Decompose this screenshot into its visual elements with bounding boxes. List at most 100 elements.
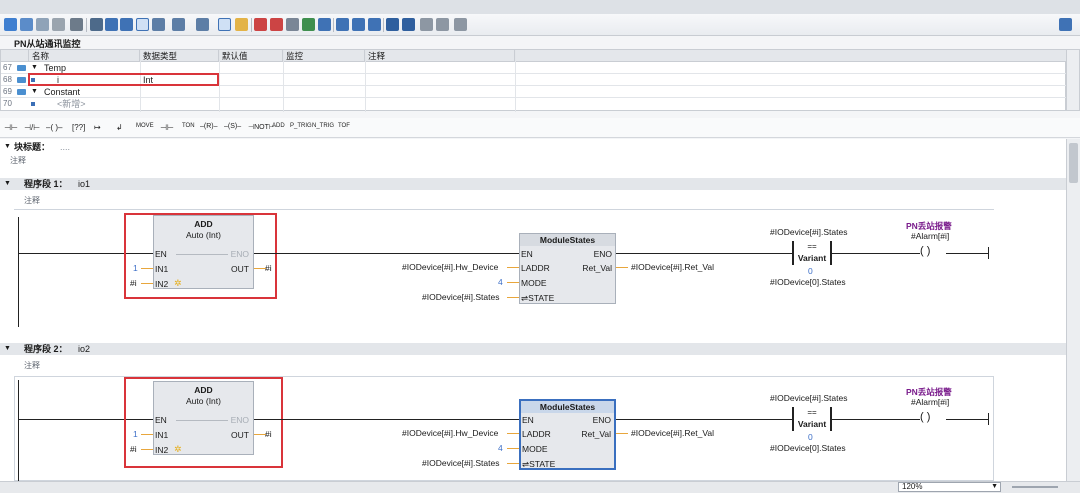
row-number: 70 xyxy=(3,99,12,108)
operand-state[interactable]: #IODevice[#i].States xyxy=(422,458,499,468)
instr-move[interactable]: MOVE xyxy=(136,123,154,129)
zoom-select[interactable]: 120% ▼ xyxy=(898,482,1001,492)
zoom-slider[interactable] xyxy=(1012,486,1058,488)
show-list-icon[interactable] xyxy=(218,18,231,31)
header-monitor[interactable]: 监控 xyxy=(283,50,365,62)
coil-operand[interactable]: #Alarm[#i] xyxy=(911,231,949,241)
no-contact-icon[interactable]: ⊣⊢ xyxy=(4,123,18,132)
next-icon[interactable] xyxy=(352,18,365,31)
nc-contact-icon[interactable]: ⊣/⊢ xyxy=(24,123,40,132)
step-icon[interactable] xyxy=(286,18,299,31)
operand-laddr[interactable]: #IODevice[#i].Hw_Device xyxy=(402,428,498,438)
header-comment[interactable]: 注释 xyxy=(365,50,515,62)
absolute-icon[interactable] xyxy=(172,18,185,31)
jump-icon[interactable] xyxy=(386,18,399,31)
table-row[interactable]: 70 <新增> xyxy=(1,98,1067,110)
return-icon[interactable] xyxy=(402,18,415,31)
delete-network-icon[interactable] xyxy=(20,18,33,31)
move-icon[interactable] xyxy=(70,18,83,31)
network-2-header[interactable]: ▼ 程序段 2： io2 xyxy=(0,343,1066,355)
instr-ton[interactable]: TON xyxy=(182,123,195,129)
favorites-icon[interactable] xyxy=(235,18,248,31)
sort-icon[interactable] xyxy=(152,18,165,31)
cmp-top-operand[interactable]: #IODevice[#i].States xyxy=(770,393,847,403)
modulestates-block-selected[interactable]: ModuleStates EN ENO LADDR Ret_Val MODE ⇌… xyxy=(519,399,616,470)
output-coil[interactable]: ( ) xyxy=(920,245,930,257)
address-icon[interactable] xyxy=(196,18,209,31)
network-name[interactable]: io1 xyxy=(78,178,90,190)
close-branch-icon[interactable]: ↲ xyxy=(116,123,123,132)
download-icon[interactable] xyxy=(302,18,315,31)
cmp-bottom-value[interactable]: 0 xyxy=(808,432,813,442)
open-branch-icon[interactable]: ↦ xyxy=(94,123,101,132)
collapse-icon[interactable] xyxy=(105,18,118,31)
row-add-new[interactable]: <新增> xyxy=(57,98,86,110)
instr-ptrig[interactable]: P_TRIG xyxy=(290,123,312,129)
output-coil[interactable]: ( ) xyxy=(920,411,930,423)
toolbar-separator xyxy=(251,18,252,32)
bookmark-icon[interactable] xyxy=(254,18,267,31)
properties-icon[interactable] xyxy=(454,18,467,31)
network-1-header[interactable]: ▼ 程序段 1： io1 xyxy=(0,178,1066,190)
operand-state[interactable]: #IODevice[#i].States xyxy=(422,292,499,302)
cmp-bottom-value[interactable]: 0 xyxy=(808,266,813,276)
reset-coil-icon[interactable]: –(R)– xyxy=(200,123,218,130)
network-comment[interactable]: 注释 xyxy=(24,195,40,206)
cmp-bottom-operand[interactable]: #IODevice[0].States xyxy=(770,277,846,287)
link-icon[interactable] xyxy=(420,18,433,31)
header-name[interactable]: 名称 xyxy=(29,50,140,62)
collapse-triangle-icon[interactable]: ▼ xyxy=(31,86,38,98)
editor-scrollbar[interactable] xyxy=(1066,139,1080,481)
instr-tof[interactable]: TOF xyxy=(338,123,350,129)
table-row[interactable]: 69 ▼ Constant xyxy=(1,86,1067,98)
goto-icon[interactable] xyxy=(270,18,283,31)
modulestates-block[interactable]: ModuleStates EN ENO LADDR Ret_Val MODE ⇌… xyxy=(519,233,616,304)
network-name[interactable]: io2 xyxy=(78,343,90,355)
pin-stub xyxy=(507,463,519,464)
block-title-value[interactable]: .... xyxy=(60,141,70,153)
window-options-icon[interactable] xyxy=(1059,18,1072,31)
scroll-thumb[interactable] xyxy=(1069,143,1078,183)
rs-icon[interactable]: ⊣⊢ xyxy=(160,123,174,132)
network-comment[interactable]: 注释 xyxy=(24,360,40,371)
header-default[interactable]: 默认值 xyxy=(219,50,283,62)
block-comment[interactable]: 注释 xyxy=(10,155,26,166)
tia-portal-editor: PN从站通讯监控 名称 数据类型 默认值 监控 注释 67 ▼ Temp 68 … xyxy=(0,0,1080,493)
collapse-triangle-icon[interactable]: ▼ xyxy=(4,141,11,153)
operand-retval[interactable]: #IODevice[#i].Ret_Val xyxy=(631,262,714,272)
not-icon[interactable]: ⊣NOT⊢ xyxy=(248,123,275,131)
coil-operand[interactable]: #Alarm[#i] xyxy=(911,397,949,407)
prev-icon[interactable] xyxy=(336,18,349,31)
cmp-type[interactable]: Variant xyxy=(794,419,830,429)
append-row-icon[interactable] xyxy=(52,18,65,31)
compare-contact[interactable]: == Variant xyxy=(792,241,832,265)
network-label: 程序段 2： xyxy=(24,344,68,354)
operand-laddr[interactable]: #IODevice[#i].Hw_Device xyxy=(402,262,498,272)
cmp-top-operand[interactable]: #IODevice[#i].States xyxy=(770,227,847,237)
instr-add[interactable]: ADD xyxy=(272,123,285,129)
interface-scrollbar[interactable] xyxy=(1066,49,1080,111)
instr-ntrig[interactable]: N_TRIG xyxy=(312,123,334,129)
unlink-icon[interactable] xyxy=(436,18,449,31)
monitor-icon[interactable] xyxy=(318,18,331,31)
coil-icon[interactable]: –( )– xyxy=(46,123,62,132)
cmp-bottom-operand[interactable]: #IODevice[0].States xyxy=(770,443,846,453)
network-view-icon[interactable] xyxy=(90,18,103,31)
collapse-triangle-icon[interactable]: ▼ xyxy=(4,343,11,355)
first-icon[interactable] xyxy=(368,18,381,31)
operand-retval[interactable]: #IODevice[#i].Ret_Val xyxy=(631,428,714,438)
collapse-triangle-icon[interactable]: ▼ xyxy=(4,178,11,190)
set-coil-icon[interactable]: –(S)– xyxy=(224,123,241,130)
block-title-band[interactable]: ▼ 块标题： .... xyxy=(0,141,1066,153)
compare-contact[interactable]: == Variant xyxy=(792,407,832,431)
insert-row-icon[interactable] xyxy=(36,18,49,31)
operand-mode[interactable]: 4 xyxy=(498,277,503,287)
empty-box-icon[interactable]: [??] xyxy=(72,123,85,132)
operand-mode[interactable]: 4 xyxy=(498,443,503,453)
cmp-type[interactable]: Variant xyxy=(794,253,830,263)
expand-icon[interactable] xyxy=(120,18,133,31)
header-datatype[interactable]: 数据类型 xyxy=(140,50,219,62)
comment-toggle-icon[interactable] xyxy=(136,18,149,31)
insert-network-icon[interactable] xyxy=(4,18,17,31)
chevron-down-icon[interactable]: ▼ xyxy=(991,483,998,491)
